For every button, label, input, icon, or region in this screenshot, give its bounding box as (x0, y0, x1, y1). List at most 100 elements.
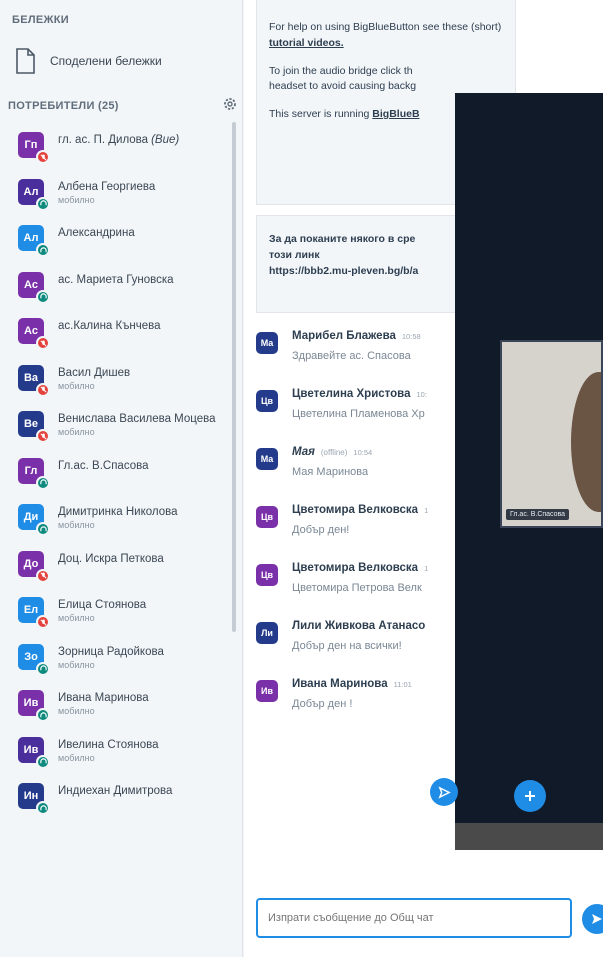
user-list-item[interactable]: Ди Димитринка Николова мобилно (0, 504, 236, 551)
user-name-line: ас. Мариета Гуновска (58, 274, 174, 286)
user-avatar: Ве (18, 411, 50, 443)
user-name-line: ас.Калина Кънчева (58, 320, 161, 332)
message-text: Добър ден ! (292, 698, 353, 710)
notes-section-title: БЕЛЕЖКИ (12, 14, 69, 26)
webcam-person-image (571, 372, 601, 512)
user-name: Индиехан Димитрова (58, 785, 173, 797)
plus-icon (525, 791, 535, 801)
message-timestamp: 10: (416, 390, 427, 399)
user-list-item[interactable]: Ве Венислава Василева Моцева мобилно (0, 411, 236, 458)
user-text-block: Ивелина Стоянова мобилно (58, 737, 159, 763)
user-name-line: Зорница Радойкова (58, 646, 164, 658)
user-list-item[interactable]: Гп гл. ас. П. Дилова (Вие) (0, 132, 236, 179)
user-list-item[interactable]: Ас ас. Мариета Гуновска (0, 271, 236, 319)
user-text-block: Венислава Василева Моцева мобилно (58, 411, 216, 437)
user-initials: Ал (23, 185, 39, 198)
user-avatar: Ив (18, 690, 50, 722)
headphones-icon (36, 475, 50, 490)
user-name-line: гл. ас. П. Дилова (Вие) (58, 134, 179, 146)
message-text: Цветомира Петрова Велк (292, 582, 422, 594)
user-list-item[interactable]: Ва Васил Дишев мобилно (0, 364, 236, 412)
muted-mic-icon (36, 336, 50, 350)
chat-message-input[interactable] (256, 898, 572, 938)
shared-notes-item[interactable]: Споделени бележки (14, 48, 162, 74)
user-name-line: Димитринка Николова (58, 506, 178, 518)
user-name: ас.Калина Кънчева (58, 320, 161, 332)
user-device-label: мобилно (58, 194, 95, 205)
user-name-line: Албена Георгиева (58, 181, 155, 193)
audio-text-1: To join the audio bridge click th (269, 64, 413, 77)
message-text: Мая Маринова (292, 466, 369, 478)
user-name: Ивана Маринова (58, 692, 149, 704)
user-text-block: Васил Дишев мобилно (58, 365, 130, 391)
message-avatar: Цв (256, 564, 278, 586)
message-avatar: Цв (256, 506, 278, 528)
actions-plus-button[interactable] (514, 780, 546, 812)
message-sender-name: Ивана Маринова (292, 678, 388, 690)
user-name: Венислава Василева Моцева (58, 413, 216, 425)
user-avatar: Ел (18, 597, 50, 629)
user-list-item[interactable]: Ив Ивелина Стоянова мобилно (0, 736, 236, 784)
user-name-line: Ивелина Стоянова (58, 739, 159, 751)
user-list-item[interactable]: До Доц. Искра Петкова (0, 550, 236, 598)
user-initials: Ив (23, 743, 39, 756)
user-list-item[interactable]: Ел Елица Стоянова мобилно (0, 597, 236, 644)
user-name: Албена Георгиева (58, 180, 156, 193)
user-text-block: ас. Мариета Гуновска (58, 272, 174, 286)
user-avatar: Гп (18, 132, 50, 164)
user-device-label: мобилно (58, 659, 95, 670)
user-initials: Ин (23, 790, 39, 802)
minimize-presentation-button[interactable] (430, 778, 458, 806)
bigbluebutton-link[interactable]: BigBlueB (372, 108, 419, 120)
user-name-line: Ивана Маринова (58, 692, 149, 704)
webcam-video-tile[interactable]: Гл.ас. В.Спасова (500, 340, 603, 528)
user-avatar: Ин (18, 783, 50, 815)
user-list: Гп гл. ас. П. Дилова (Вие) Ал Албена Георгие… (0, 132, 236, 830)
user-initials: Зо (24, 650, 38, 663)
user-name: Васил Дишев (58, 366, 131, 379)
user-name: Елица Стоянова (58, 599, 147, 611)
message-text: Добър ден! (292, 524, 350, 536)
user-name-line: Доц. Искра Петкова (58, 553, 164, 565)
message-sender-name: Мая (292, 446, 315, 458)
message-header: Цветомира Велковска 1 (292, 562, 428, 574)
headphones-icon (36, 801, 50, 815)
tutorial-videos-link[interactable]: tutorial videos. (269, 37, 344, 49)
gear-icon[interactable] (222, 96, 238, 112)
user-list-item[interactable]: Ал Александрина (0, 225, 236, 272)
user-text-block: Ивана Маринова мобилно (58, 690, 149, 716)
user-text-block: Зорница Радойкова мобилно (58, 644, 164, 670)
message-header: Цветелина Христова 10: (292, 388, 427, 400)
user-name-line: Васил Дишев (58, 367, 130, 379)
user-list-item[interactable]: Ин Индиехан Димитрова (0, 783, 236, 830)
message-body: Лили Живкова Атанасо Добър ден на всички! (292, 620, 425, 652)
message-avatar: Ли (256, 622, 278, 644)
user-list-item[interactable]: Ал Албена Георгиева мобилно (0, 178, 236, 226)
server-text: This server is running (269, 108, 373, 120)
message-sender-name: Лили Живкова Атанасо (292, 620, 426, 632)
user-avatar: Ди (18, 504, 50, 536)
user-list-item[interactable]: Ас ас.Калина Кънчева (0, 318, 236, 365)
user-list-item[interactable]: Зо Зорница Радойкова мобилно (0, 643, 236, 691)
user-initials: Гп (24, 139, 38, 151)
message-text: Цветелина Пламенова Хр (292, 408, 425, 420)
message-avatar: Ма (256, 332, 278, 354)
user-avatar: Зо (18, 643, 50, 676)
headphones-icon (36, 289, 50, 304)
muted-mic-icon (36, 150, 50, 164)
user-list-item[interactable]: Ив Ивана Маринова мобилно (0, 690, 236, 737)
message-text: Здравейте ас. Спасова (292, 350, 411, 362)
user-list-item[interactable]: Гл Гл.ас. В.Спасова (0, 457, 236, 505)
user-name-line: Венислава Василева Моцева (58, 413, 216, 425)
user-name: Александрина (58, 227, 135, 239)
user-name-line: Индиехан Димитрова (58, 785, 172, 797)
users-section-title: ПОТРЕБИТЕЛИ (25) (8, 100, 119, 112)
webcam-user-label: Гл.ас. В.Спасова (506, 509, 570, 520)
send-message-button[interactable] (582, 904, 603, 934)
message-text: Добър ден на всички! (292, 640, 402, 652)
user-device-label: мобилно (58, 427, 95, 437)
user-name: Гл.ас. В.Спасова (58, 459, 149, 472)
user-initials: До (23, 557, 39, 570)
message-sender-name: Марибел Блажева (292, 330, 396, 342)
user-name: Ивелина Стоянова (58, 738, 159, 751)
